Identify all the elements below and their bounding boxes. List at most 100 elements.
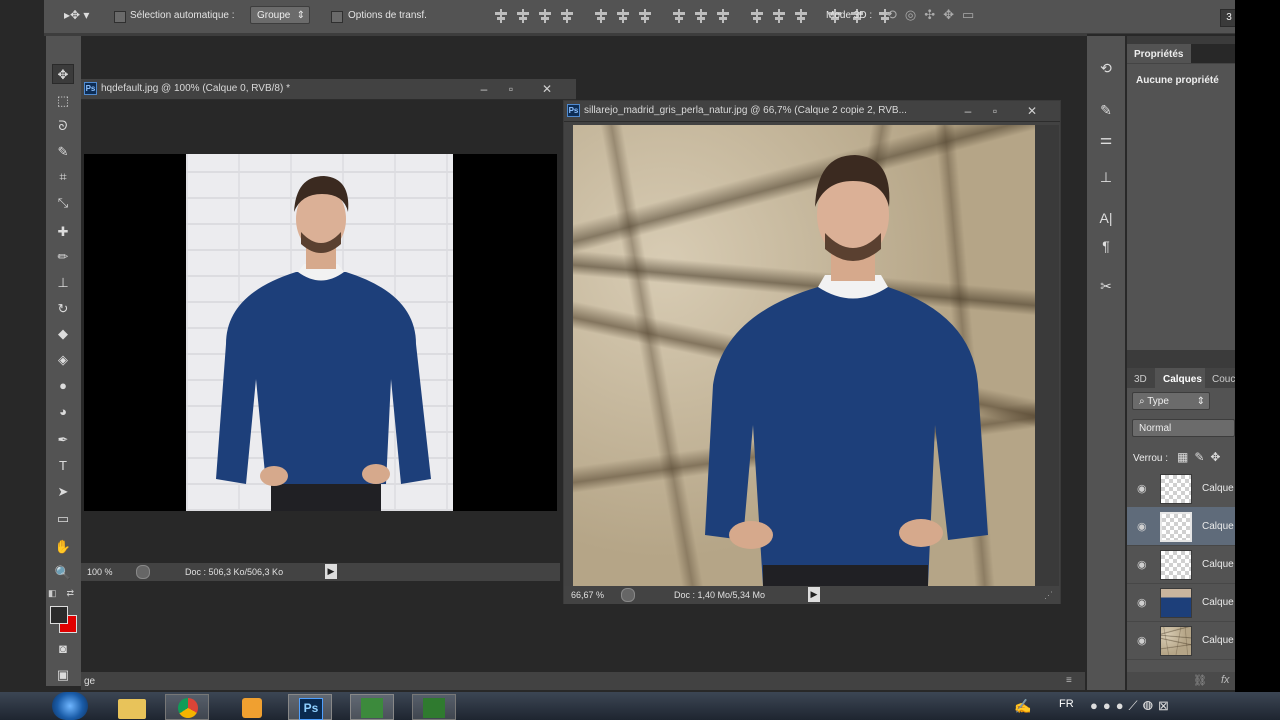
foreground-color-swatch[interactable] bbox=[50, 606, 68, 624]
align-icon[interactable] bbox=[638, 9, 652, 23]
align-icon[interactable] bbox=[716, 9, 730, 23]
blur-tool-icon[interactable]: ● bbox=[52, 376, 74, 396]
align-icon[interactable] bbox=[794, 9, 808, 23]
media-player-icon[interactable] bbox=[230, 694, 274, 720]
zoom-level-1[interactable]: 100 % bbox=[87, 567, 113, 577]
tab-layers[interactable]: Calques bbox=[1155, 368, 1205, 388]
rectangle-tool-icon[interactable]: ▭ bbox=[52, 509, 74, 529]
chrome-icon[interactable] bbox=[165, 694, 209, 720]
layer-row[interactable]: ◉ Calque bbox=[1127, 545, 1235, 584]
eye-icon[interactable]: ◉ bbox=[1137, 596, 1147, 609]
eyedropper-icon[interactable]: ⤡ bbox=[52, 193, 74, 213]
layer-row-selected[interactable]: ◉ Calque bbox=[1127, 507, 1235, 546]
align-icon[interactable] bbox=[672, 9, 686, 23]
link-layers-icon[interactable]: ⛓ bbox=[1193, 674, 1207, 687]
doc-status-icon[interactable] bbox=[136, 565, 150, 579]
tab-3d[interactable]: 3D bbox=[1134, 374, 1147, 385]
auto-select-checkbox[interactable] bbox=[114, 11, 126, 23]
status-arrow-icon[interactable]: ▶ bbox=[325, 564, 337, 579]
history-brush-icon[interactable]: ↻ bbox=[52, 299, 74, 319]
quick-selection-icon[interactable]: ✎ bbox=[52, 142, 74, 162]
align-icon[interactable] bbox=[616, 9, 630, 23]
close-icon[interactable]: ✕ bbox=[1021, 102, 1043, 120]
layer-row[interactable]: ◉ Calque bbox=[1127, 621, 1235, 660]
canvas-image-man-stone-wall[interactable] bbox=[573, 125, 1035, 586]
eye-icon[interactable]: ◉ bbox=[1137, 520, 1147, 533]
quick-mask-icon[interactable]: ◙ bbox=[52, 639, 74, 659]
align-icon[interactable] bbox=[594, 9, 608, 23]
fx-icon[interactable]: fx bbox=[1221, 674, 1230, 686]
zoom-tool-icon[interactable]: 🔍 bbox=[52, 563, 74, 583]
language-indicator[interactable]: FR bbox=[1059, 698, 1074, 710]
brush-presets-icon[interactable]: ✎ bbox=[1095, 100, 1117, 120]
3d-controls-icons[interactable]: ⟲◎✣✥▭ bbox=[886, 7, 1006, 25]
pen-input-icon[interactable]: ✍ bbox=[1014, 698, 1031, 715]
maximize-icon[interactable]: ▫ bbox=[500, 80, 522, 98]
paint-bucket-icon[interactable]: ◈ bbox=[52, 350, 74, 370]
crop-tool-icon[interactable]: ⌗ bbox=[52, 167, 74, 187]
marquee-tool-icon[interactable]: ⬚ bbox=[52, 91, 74, 111]
brush-tool-icon[interactable]: ✏ bbox=[52, 247, 74, 267]
adjustments-icon[interactable]: ⚌ bbox=[1095, 129, 1117, 149]
clone-source-icon[interactable]: ⊥ bbox=[1095, 167, 1117, 187]
windows-start-icon[interactable] bbox=[52, 692, 88, 720]
camtasia-icon[interactable] bbox=[350, 694, 394, 720]
canvas-scroll-strip[interactable] bbox=[1035, 125, 1059, 586]
align-icon[interactable] bbox=[750, 9, 764, 23]
photoshop-icon[interactable]: Ps bbox=[288, 694, 332, 720]
minimize-icon[interactable]: – bbox=[473, 80, 495, 98]
stamp-tool-icon[interactable]: ⊥ bbox=[52, 273, 74, 293]
properties-tab[interactable]: Propriétés bbox=[1127, 44, 1191, 63]
eye-icon[interactable]: ◉ bbox=[1137, 558, 1147, 571]
minimize-icon[interactable]: – bbox=[957, 102, 979, 120]
tray-icons[interactable]: ●●●⟋◍⊠ bbox=[1090, 698, 1174, 714]
healing-brush-icon[interactable]: ✚ bbox=[52, 222, 74, 242]
align-icon[interactable] bbox=[694, 9, 708, 23]
align-icon[interactable] bbox=[772, 9, 786, 23]
layer-row[interactable]: ◉ Calque bbox=[1127, 469, 1235, 508]
maximize-icon[interactable]: ▫ bbox=[984, 102, 1006, 120]
tab-channels[interactable]: Couc bbox=[1212, 374, 1235, 385]
align-icon[interactable] bbox=[560, 9, 574, 23]
default-colors-icon[interactable]: ◧ ⇄ bbox=[48, 588, 74, 599]
close-icon[interactable]: ✕ bbox=[536, 80, 558, 98]
align-icon[interactable] bbox=[494, 9, 508, 23]
move-tool-icon[interactable]: ✥ bbox=[52, 64, 74, 84]
history-panel-icon[interactable]: ⟲ bbox=[1095, 58, 1117, 78]
character-panel-icon[interactable]: A| bbox=[1095, 208, 1117, 228]
transform-options-checkbox[interactable] bbox=[331, 11, 343, 23]
move-tool-icon[interactable]: ▸✥ ▾ bbox=[64, 8, 94, 24]
eraser-tool-icon[interactable]: ◆ bbox=[52, 324, 74, 344]
align-icon[interactable] bbox=[516, 9, 530, 23]
type-tool-icon[interactable]: T bbox=[52, 456, 74, 476]
eye-icon[interactable]: ◉ bbox=[1137, 482, 1147, 495]
hand-tool-icon[interactable]: ✋ bbox=[52, 537, 74, 557]
document-title-bar-2[interactable]: Ps sillarejo_madrid_gris_perla_natur.jpg… bbox=[564, 101, 1060, 122]
align-icon[interactable] bbox=[538, 9, 552, 23]
layer-row[interactable]: ◉ Calque bbox=[1127, 583, 1235, 622]
panel-menu-icon[interactable]: ≡ bbox=[1066, 675, 1072, 686]
eye-icon[interactable]: ◉ bbox=[1137, 634, 1147, 647]
path-selection-icon[interactable]: ➤ bbox=[52, 482, 74, 502]
blend-mode-dropdown[interactable]: Normal bbox=[1132, 419, 1235, 437]
screen-mode-icon[interactable]: ▣ bbox=[52, 665, 74, 685]
doc-status-icon[interactable] bbox=[621, 588, 635, 602]
resize-grip-icon[interactable]: ⋰ bbox=[1044, 590, 1053, 601]
folder-icon[interactable] bbox=[110, 694, 154, 720]
pen-tool-icon[interactable]: ✒ bbox=[52, 430, 74, 450]
tool-presets-icon[interactable]: ✂ bbox=[1095, 276, 1117, 296]
dodge-tool-icon[interactable]: ◕ bbox=[52, 402, 74, 422]
layer-thumbnail bbox=[1160, 512, 1192, 542]
auto-select-dropdown[interactable]: Groupe ⇕ bbox=[250, 6, 310, 24]
zoom-level-2[interactable]: 66,67 % bbox=[571, 590, 604, 600]
mode3d-label: Mode 3D : bbox=[826, 10, 873, 21]
status-arrow-icon[interactable]: ▶ bbox=[808, 587, 820, 602]
document-title-bar-1[interactable]: Ps hqdefault.jpg @ 100% (Calque 0, RVB/8… bbox=[81, 79, 576, 100]
document-window-1: Ps hqdefault.jpg @ 100% (Calque 0, RVB/8… bbox=[81, 79, 576, 582]
paragraph-panel-icon[interactable]: ¶ bbox=[1095, 236, 1117, 256]
lock-icons[interactable]: ▦✎✥ bbox=[1177, 450, 1226, 464]
camtasia-recorder-icon[interactable] bbox=[412, 694, 456, 720]
lasso-tool-icon[interactable]: ᘐ bbox=[52, 116, 74, 136]
canvas-image-man-white-wall[interactable] bbox=[186, 154, 453, 511]
layer-filter-dropdown[interactable]: ⌕ Type ⇕ bbox=[1132, 392, 1210, 410]
